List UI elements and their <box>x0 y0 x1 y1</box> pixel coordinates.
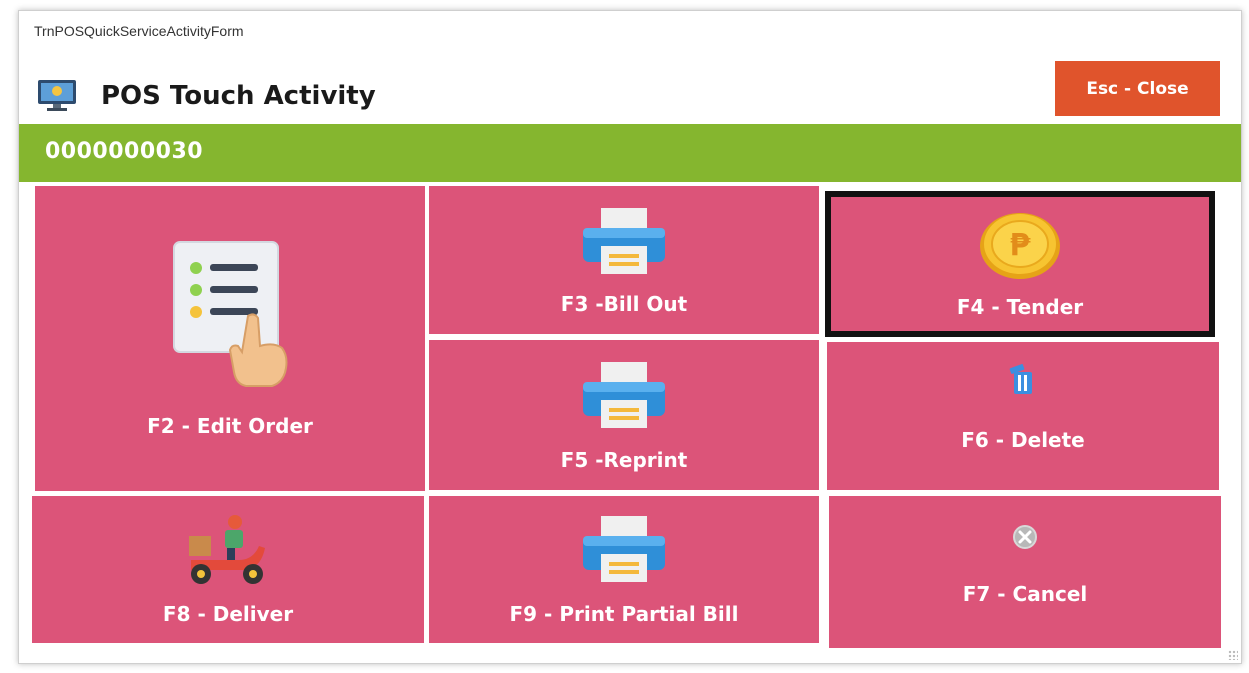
printer-icon <box>583 516 665 582</box>
order-number-bar: 0000000030 <box>19 124 1241 182</box>
peso-coin-icon: ₱ <box>980 213 1060 279</box>
cancel-button[interactable]: F7 - Cancel <box>829 496 1221 648</box>
svg-text:₱: ₱ <box>1010 228 1031 263</box>
bill-out-label: F3 -Bill Out <box>560 292 688 316</box>
print-partial-bill-button[interactable]: F9 - Print Partial Bill <box>429 496 819 643</box>
form-name-caption: TrnPOSQuickServiceActivityForm <box>34 23 244 39</box>
trash-icon <box>1009 364 1032 394</box>
tender-label: F4 - Tender <box>956 295 1084 319</box>
print-partial-bill-label: F9 - Print Partial Bill <box>509 602 739 626</box>
reprint-button[interactable]: F5 -Reprint <box>429 340 819 490</box>
edit-order-button[interactable]: F2 - Edit Order <box>35 186 425 491</box>
reprint-label: F5 -Reprint <box>560 448 688 472</box>
resize-grip[interactable] <box>1228 650 1238 660</box>
printer-icon <box>583 208 665 274</box>
bill-out-button[interactable]: F3 -Bill Out <box>429 186 819 334</box>
deliver-button[interactable]: F8 - Deliver <box>32 496 424 643</box>
order-list-hand-icon <box>173 241 288 387</box>
close-button[interactable]: Esc - Close <box>1055 61 1220 116</box>
page-title: POS Touch Activity <box>101 81 376 111</box>
printer-icon <box>583 362 665 428</box>
cancel-icon <box>1013 525 1037 549</box>
edit-order-label: F2 - Edit Order <box>147 414 313 438</box>
pos-touch-activity-window: TrnPOSQuickServiceActivityForm POS Touch… <box>18 10 1242 664</box>
delete-label: F6 - Delete <box>961 428 1085 452</box>
monitor-icon <box>38 80 76 111</box>
cancel-label: F7 - Cancel <box>962 582 1088 606</box>
deliver-label: F8 - Deliver <box>162 602 294 626</box>
delivery-scooter-icon <box>189 515 265 584</box>
order-number: 0000000030 <box>45 139 204 164</box>
delete-button[interactable]: F6 - Delete <box>827 342 1219 490</box>
tender-button[interactable]: ₱ F4 - Tender <box>825 191 1215 337</box>
